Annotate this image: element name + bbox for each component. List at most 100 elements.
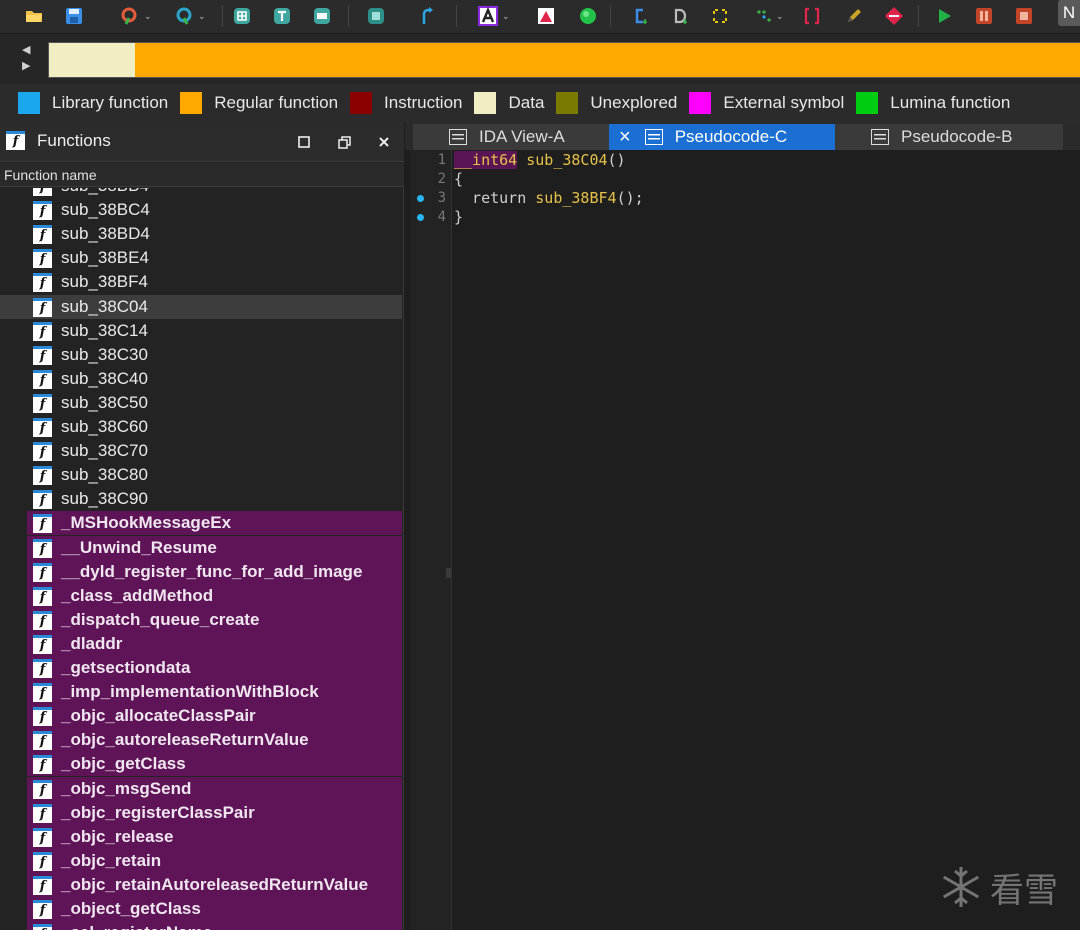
pause-icon[interactable] bbox=[972, 4, 996, 28]
jump-back-icon[interactable] bbox=[118, 4, 142, 28]
restore-icon[interactable] bbox=[334, 132, 354, 152]
return-type[interactable]: __int64 bbox=[454, 151, 518, 169]
function-row[interactable]: f sub_38C40 bbox=[0, 367, 402, 391]
function-row[interactable]: f sub_38C60 bbox=[0, 415, 402, 439]
function-row[interactable]: f _objc_release bbox=[27, 824, 402, 849]
toolbar-overflow-button[interactable]: N bbox=[1058, 0, 1080, 26]
pseudocode-editor[interactable]: 1 2 3 4 __int64 sub_38C04() { return sub_38… bbox=[410, 150, 1080, 930]
function-row[interactable]: f __Unwind_Resume bbox=[27, 535, 402, 560]
tab-close-icon[interactable]: × bbox=[619, 126, 631, 149]
function-row[interactable]: f sub_38C70 bbox=[0, 439, 402, 463]
stop-icon[interactable] bbox=[1012, 4, 1036, 28]
chevron-down-icon[interactable]: ⌄ bbox=[198, 12, 206, 22]
function-name: sub_38BC4 bbox=[61, 200, 150, 220]
make-data-icon[interactable] bbox=[668, 4, 692, 28]
tab-pseudocode-c[interactable]: × Pseudocode-C bbox=[609, 124, 835, 150]
function-icon: f bbox=[33, 731, 52, 751]
function-row[interactable]: f sub_38C90 bbox=[0, 487, 402, 511]
breakpoint-dot-icon[interactable] bbox=[417, 214, 424, 221]
strings-icon[interactable] bbox=[534, 4, 558, 28]
function-row[interactable]: f _objc_msgSend bbox=[27, 776, 402, 801]
function-row[interactable]: f _objc_registerClassPair bbox=[27, 800, 402, 825]
text-view-icon[interactable] bbox=[270, 4, 294, 28]
legend-item: Unexplored bbox=[556, 92, 677, 114]
start-debugger-icon[interactable] bbox=[932, 4, 956, 28]
function-name: sub_38C30 bbox=[61, 344, 148, 364]
tab-ida-view-a[interactable]: IDA View-A bbox=[413, 124, 609, 150]
functions-list[interactable]: fsub_38BB4fsub_38BC4fsub_38BD4fsub_38BE4… bbox=[0, 188, 402, 930]
navigation-bar[interactable] bbox=[48, 42, 1080, 78]
jump-forward-icon[interactable] bbox=[172, 4, 196, 28]
function-name: _objc_registerClassPair bbox=[61, 802, 255, 822]
chevron-down-icon[interactable]: ⌄ bbox=[144, 12, 152, 22]
function-name[interactable]: sub_38C04 bbox=[526, 151, 607, 169]
function-row[interactable]: f _objc_retain bbox=[27, 848, 402, 873]
function-icon: f bbox=[33, 345, 52, 365]
function-row[interactable]: f sub_38C30 bbox=[0, 343, 402, 367]
function-row[interactable]: f sub_38BB4 bbox=[0, 188, 402, 198]
function-row[interactable]: f sub_38BE4 bbox=[0, 246, 402, 270]
callee-name[interactable]: sub_38BF4 bbox=[535, 189, 616, 207]
jump-arrow-icon[interactable] bbox=[416, 4, 440, 28]
tab-label: IDA View-A bbox=[479, 127, 565, 146]
document-icon bbox=[449, 129, 467, 145]
function-row[interactable]: f sub_38BD4 bbox=[0, 222, 402, 246]
nav-arrows[interactable]: ◀ ▶ bbox=[22, 42, 36, 78]
make-array-icon[interactable] bbox=[752, 4, 776, 28]
structures-icon[interactable] bbox=[364, 4, 388, 28]
function-row[interactable]: f _getsectiondata bbox=[27, 656, 402, 680]
function-row[interactable]: f sub_38BC4 bbox=[0, 198, 402, 222]
function-row[interactable]: f _objc_allocateClassPair bbox=[27, 704, 402, 729]
make-unknown-icon[interactable] bbox=[708, 4, 732, 28]
function-row[interactable]: f _class_addMethod bbox=[27, 583, 402, 608]
function-row[interactable]: f _MSHookMessageEx bbox=[27, 511, 402, 536]
function-name: sub_38BE4 bbox=[61, 248, 149, 268]
toolbar-separator bbox=[348, 5, 349, 27]
function-name: _imp_implementationWithBlock bbox=[61, 682, 319, 702]
function-name: sub_38C60 bbox=[61, 417, 148, 436]
open-folder-icon[interactable] bbox=[22, 4, 46, 28]
function-row[interactable]: f __dyld_register_func_for_add_image bbox=[27, 559, 402, 584]
edit-pencil-icon[interactable] bbox=[842, 4, 866, 28]
maximize-icon[interactable] bbox=[294, 132, 314, 152]
function-name: _sel_registerName bbox=[61, 923, 212, 930]
function-row[interactable]: f _object_getClass bbox=[27, 897, 402, 921]
graph-view-icon[interactable] bbox=[310, 4, 334, 28]
function-icon: f bbox=[33, 514, 52, 534]
function-row[interactable]: f _sel_registerName bbox=[27, 921, 402, 930]
function-row[interactable]: f _objc_getClass bbox=[27, 752, 402, 777]
legend-item: Instruction bbox=[350, 92, 462, 114]
function-row[interactable]: f sub_38C14 bbox=[0, 319, 402, 343]
font-letter-icon[interactable] bbox=[476, 4, 500, 28]
function-row[interactable]: f _dladdr bbox=[27, 631, 402, 656]
hex-view-icon[interactable] bbox=[230, 4, 254, 28]
run-status-icon[interactable] bbox=[576, 4, 600, 28]
toolbar-separator bbox=[918, 5, 919, 27]
function-row[interactable]: f sub_38C80 bbox=[0, 463, 402, 487]
function-row[interactable]: f sub_38BF4 bbox=[0, 270, 402, 294]
splitter-handle[interactable] bbox=[446, 568, 451, 578]
close-icon[interactable] bbox=[374, 132, 394, 152]
function-name: _objc_release bbox=[61, 826, 174, 846]
function-name: _class_addMethod bbox=[61, 585, 214, 605]
function-icon: f bbox=[33, 827, 52, 847]
function-row[interactable]: f _dispatch_queue_create bbox=[27, 607, 402, 632]
nav-data-segment[interactable] bbox=[49, 43, 135, 77]
function-name-column-header[interactable]: Function name bbox=[0, 163, 404, 187]
stop-sign-icon[interactable] bbox=[882, 4, 906, 28]
function-row[interactable]: f _objc_retainAutoreleasedReturnValue bbox=[27, 872, 402, 897]
function-row[interactable]: f _imp_implementationWithBlock bbox=[27, 680, 402, 705]
legend-label: Regular function bbox=[214, 93, 339, 112]
chevron-down-icon[interactable]: ⌄ bbox=[502, 12, 510, 22]
make-code-icon[interactable] bbox=[628, 4, 652, 28]
make-struct-icon[interactable] bbox=[800, 4, 824, 28]
function-row[interactable]: f sub_38C50 bbox=[0, 391, 402, 415]
function-row[interactable]: f sub_38C04 bbox=[0, 294, 402, 319]
function-row[interactable]: f _objc_autoreleaseReturnValue bbox=[27, 728, 402, 753]
tab-pseudocode-b[interactable]: Pseudocode-B bbox=[835, 124, 1063, 150]
breakpoint-dot-icon[interactable] bbox=[417, 195, 424, 202]
tab-label: Pseudocode-C bbox=[674, 127, 788, 146]
save-icon[interactable] bbox=[62, 4, 86, 28]
function-icon: f bbox=[33, 442, 52, 462]
chevron-down-icon[interactable]: ⌄ bbox=[776, 12, 784, 22]
